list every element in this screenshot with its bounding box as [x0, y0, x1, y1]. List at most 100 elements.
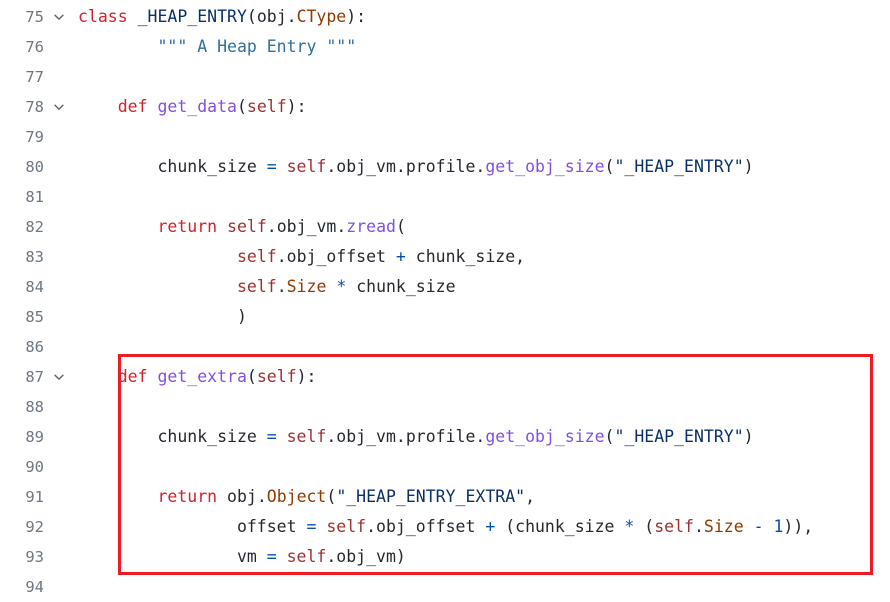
code-token: Object	[266, 487, 327, 506]
code-line[interactable]: 77	[0, 62, 890, 92]
code-token: "_HEAP_ENTRY"	[614, 157, 744, 176]
code-token: =	[266, 547, 277, 566]
code-lines-container[interactable]: 75 class _HEAP_ENTRY(obj.CType): 76 """ A …	[0, 0, 890, 602]
chevron-down-icon[interactable]	[44, 10, 74, 24]
code-token: "_HEAP_ENTRY_EXTRA"	[336, 487, 526, 506]
code-line[interactable]: 92 offset = self.obj_offset + (chunk_siz…	[0, 512, 890, 542]
code-token: get_obj_size	[485, 157, 605, 176]
code-token: get_obj_size	[485, 427, 605, 446]
code-line[interactable]: 82 return self.obj_vm.zread(	[0, 212, 890, 242]
code-token: (	[326, 487, 337, 506]
fold-gutter-empty	[44, 430, 74, 444]
code-line[interactable]: 86	[0, 332, 890, 362]
code-line-text[interactable]: def get_data(self):	[74, 92, 890, 122]
line-number: 94	[25, 578, 44, 596]
code-line[interactable]: 91 return obj.Object("_HEAP_ENTRY_EXTRA"…	[0, 482, 890, 512]
code-line[interactable]: 84 self.Size * chunk_size	[0, 272, 890, 302]
code-token: .	[693, 517, 704, 536]
code-token: )),	[783, 517, 814, 536]
fold-gutter-empty	[44, 280, 74, 294]
code-token: .obj_vm)	[326, 547, 406, 566]
code-line-text[interactable]: def get_extra(self):	[74, 362, 890, 392]
code-line-text[interactable]: chunk_size = self.obj_vm.profile.get_obj…	[74, 422, 890, 452]
fold-gutter-empty	[44, 40, 74, 54]
fold-gutter-empty	[44, 70, 74, 84]
code-token: _HEAP_ENTRY	[137, 7, 247, 26]
code-line[interactable]: 78 def get_data(self):	[0, 92, 890, 122]
code-line[interactable]: 89 chunk_size = self.obj_vm.profile.get_…	[0, 422, 890, 452]
code-token: obj.	[217, 487, 267, 506]
code-token: -	[753, 517, 764, 536]
code-line[interactable]: 90	[0, 452, 890, 482]
code-token: .obj_vm.profile.	[326, 427, 486, 446]
code-line-text[interactable]: return obj.Object("_HEAP_ENTRY_EXTRA",	[74, 482, 890, 512]
code-line[interactable]: 80 chunk_size = self.obj_vm.profile.get_…	[0, 152, 890, 182]
code-token: zread	[346, 217, 396, 236]
code-line[interactable]: 88	[0, 392, 890, 422]
line-number: 77	[25, 68, 44, 86]
code-token: (	[634, 517, 655, 536]
code-token: (obj.	[246, 7, 297, 26]
code-line-text[interactable]: self.Size * chunk_size	[74, 272, 890, 302]
code-token: self	[286, 157, 327, 176]
code-token: "_HEAP_ENTRY"	[614, 427, 744, 446]
code-line[interactable]: 85 )	[0, 302, 890, 332]
line-number: 76	[25, 38, 44, 56]
line-number: 91	[25, 488, 44, 506]
code-line-text[interactable]: """ A Heap Entry """	[74, 32, 890, 62]
fold-gutter-empty	[44, 460, 74, 474]
line-number: 84	[25, 278, 44, 296]
line-number: 82	[25, 218, 44, 236]
code-token: return	[157, 487, 218, 506]
code-token: def	[117, 97, 158, 116]
code-token: self	[246, 97, 287, 116]
code-line[interactable]: 83 self.obj_offset + chunk_size,	[0, 242, 890, 272]
code-line[interactable]: 75 class _HEAP_ENTRY(obj.CType):	[0, 2, 890, 32]
code-token: """ A Heap Entry """	[78, 37, 357, 56]
line-number: 83	[25, 248, 44, 266]
code-token: *	[336, 277, 347, 296]
code-token: self	[256, 367, 297, 386]
code-line-text[interactable]: return self.obj_vm.zread(	[74, 212, 890, 242]
fold-gutter-empty	[44, 220, 74, 234]
code-line-text[interactable]: vm = self.obj_vm)	[74, 542, 890, 572]
code-token: .obj_offset	[276, 247, 396, 266]
code-editor[interactable]: 75 class _HEAP_ENTRY(obj.CType): 76 """ A …	[0, 0, 890, 596]
code-line-text[interactable]: self.obj_offset + chunk_size,	[74, 242, 890, 272]
code-line[interactable]: 79	[0, 122, 890, 152]
code-token: )	[743, 157, 754, 176]
code-line[interactable]: 87 def get_extra(self):	[0, 362, 890, 392]
code-line[interactable]: 94	[0, 572, 890, 602]
code-token: chunk_size	[78, 157, 267, 176]
code-line-text[interactable]: chunk_size = self.obj_vm.profile.get_obj…	[74, 152, 890, 182]
code-line[interactable]: 93 vm = self.obj_vm)	[0, 542, 890, 572]
code-line[interactable]: 76 """ A Heap Entry """	[0, 32, 890, 62]
code-token: =	[306, 517, 317, 536]
fold-gutter-empty	[44, 130, 74, 144]
code-token: CType	[296, 7, 347, 26]
line-number: 87	[25, 368, 44, 386]
chevron-down-icon[interactable]	[44, 370, 74, 384]
code-line-text[interactable]: offset = self.obj_offset + (chunk_size *…	[74, 512, 890, 542]
code-line[interactable]: 81	[0, 182, 890, 212]
code-line-text[interactable]: )	[74, 302, 890, 332]
code-token: def	[117, 367, 158, 386]
code-line-text[interactable]: class _HEAP_ENTRY(obj.CType):	[74, 2, 890, 32]
code-token: ):	[346, 7, 367, 26]
line-number: 80	[25, 158, 44, 176]
code-token: get_extra	[157, 367, 247, 386]
code-token: self	[236, 247, 277, 266]
code-token: +	[485, 517, 496, 536]
chevron-down-icon[interactable]	[44, 100, 74, 114]
code-token: (	[246, 367, 257, 386]
code-token: ,	[525, 487, 535, 506]
